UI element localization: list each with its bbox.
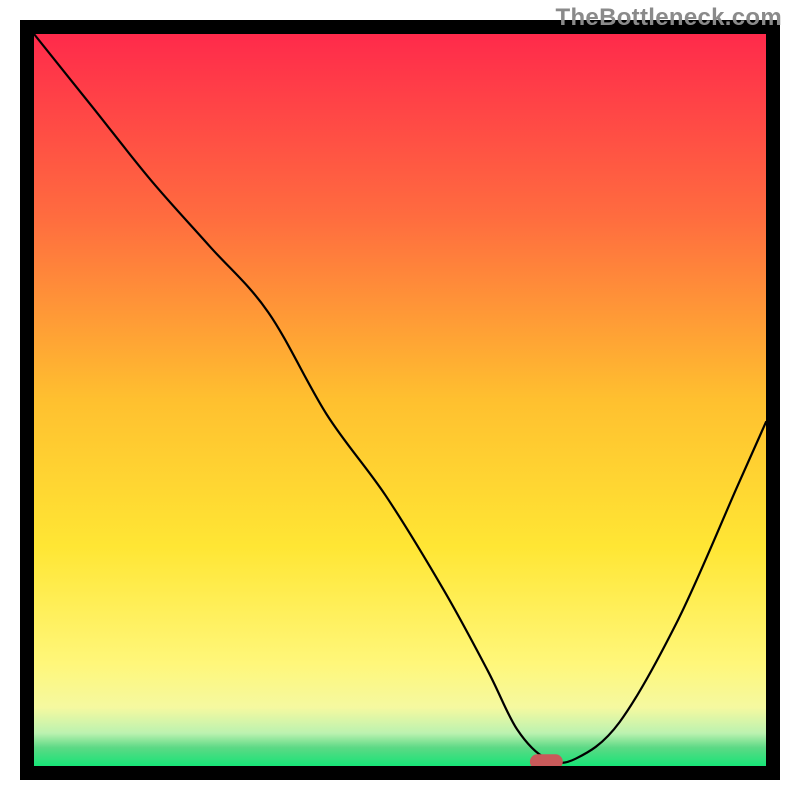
watermark-text: TheBottleneck.com — [556, 4, 782, 32]
bottleneck-chart — [0, 0, 800, 800]
plot-background — [34, 34, 766, 766]
